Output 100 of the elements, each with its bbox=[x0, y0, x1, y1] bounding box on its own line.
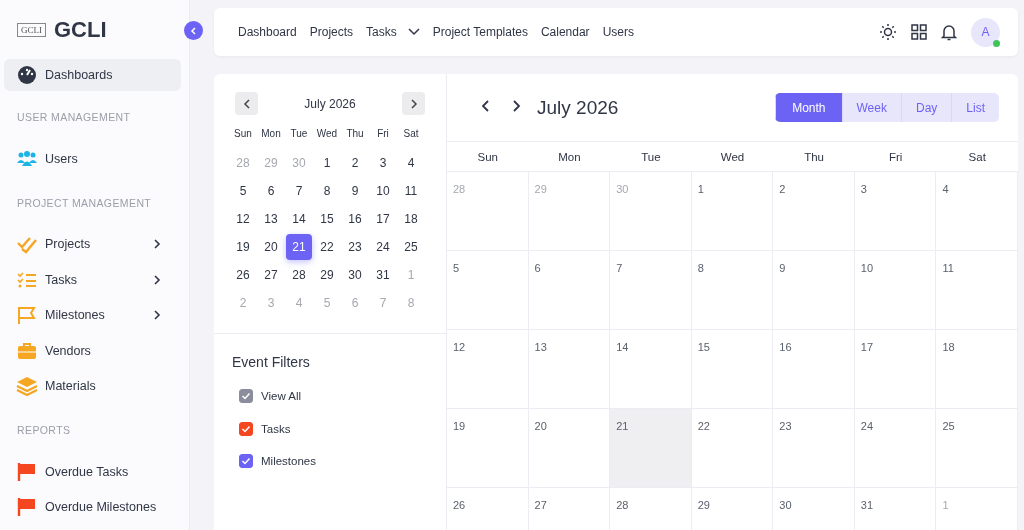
weekday-header: Wed bbox=[691, 142, 774, 172]
date-cell[interactable]: 7 bbox=[286, 178, 312, 204]
sidebar-item[interactable]: Users bbox=[4, 141, 181, 177]
date-cell[interactable]: 12 bbox=[230, 206, 256, 232]
day-number: 17 bbox=[860, 341, 874, 353]
date-cell[interactable]: 23 bbox=[342, 234, 368, 260]
date-cell[interactable]: 6 bbox=[258, 178, 284, 204]
sidebar-item[interactable]: Milestones bbox=[4, 297, 181, 333]
nav-link[interactable]: Tasks bbox=[366, 25, 420, 39]
section-heading: USER MANAGEMENT bbox=[16, 110, 132, 125]
date-cell[interactable]: 1 bbox=[314, 150, 340, 176]
next-month-button[interactable] bbox=[402, 92, 425, 115]
users-icon bbox=[16, 148, 38, 169]
day-number: 28 bbox=[616, 499, 629, 511]
previous-month-button[interactable] bbox=[235, 92, 258, 115]
day-number: 3 bbox=[860, 183, 867, 195]
day-number: 30 bbox=[616, 183, 629, 195]
day-number: 22 bbox=[697, 420, 710, 432]
day-number: 30 bbox=[779, 499, 792, 511]
sidebar-item[interactable]: Materials bbox=[4, 368, 181, 404]
date-cell[interactable]: 15 bbox=[314, 206, 340, 232]
date-cell[interactable]: 28 bbox=[286, 262, 312, 288]
day-number: 20 bbox=[534, 420, 547, 432]
flag-icon bbox=[16, 461, 38, 482]
date-cell[interactable]: 24 bbox=[370, 234, 396, 260]
chevron-left-icon bbox=[189, 26, 198, 35]
day-number: 8 bbox=[697, 262, 704, 274]
date-cell[interactable]: 27 bbox=[258, 262, 284, 288]
avatar[interactable]: A bbox=[971, 17, 1000, 47]
sidebar-item[interactable]: Projects bbox=[4, 226, 181, 262]
nav-link[interactable]: Projects bbox=[309, 25, 354, 39]
nav-link[interactable]: Dashboard bbox=[238, 25, 297, 39]
day-number: 21 bbox=[616, 420, 629, 432]
day-number: 10 bbox=[860, 262, 874, 274]
date-cell[interactable]: 20 bbox=[258, 234, 284, 260]
sidebar-item[interactable]: Vendors bbox=[4, 333, 181, 369]
sidebar-item[interactable]: Dashboards bbox=[4, 59, 181, 91]
chevron-right-icon bbox=[511, 99, 521, 113]
weekday-label: Fri bbox=[376, 126, 390, 141]
date-cell[interactable]: 3 bbox=[370, 150, 396, 176]
dashboard-icon bbox=[16, 65, 38, 85]
date-cell[interactable]: 10 bbox=[370, 178, 396, 204]
view-tab[interactable]: Day bbox=[900, 93, 952, 122]
date-cell[interactable]: 25 bbox=[398, 234, 424, 260]
day-number: 2 bbox=[779, 183, 786, 195]
date-cell[interactable]: 14 bbox=[286, 206, 312, 232]
day-number: 23 bbox=[779, 420, 792, 432]
date-cell[interactable]: 19 bbox=[230, 234, 256, 260]
day-number: 27 bbox=[534, 499, 547, 511]
view-tab[interactable]: Month bbox=[775, 93, 842, 122]
view-tab[interactable]: Week bbox=[841, 93, 901, 122]
check-icon bbox=[241, 424, 251, 433]
nav-link[interactable]: Calendar bbox=[540, 25, 590, 39]
date-cell[interactable]: 11 bbox=[398, 178, 424, 204]
date-cell[interactable]: 8 bbox=[314, 178, 340, 204]
weekday-label: Wed bbox=[315, 126, 339, 141]
date-cell[interactable]: 21 bbox=[286, 234, 312, 260]
date-cell[interactable]: 29 bbox=[314, 262, 340, 288]
flag-icon bbox=[16, 497, 38, 518]
nav-link[interactable]: Project Templates bbox=[432, 25, 528, 39]
date-cell[interactable]: 26 bbox=[230, 262, 256, 288]
section-heading: PROJECT MANAGEMENT bbox=[16, 195, 153, 211]
sidebar-item[interactable]: Overdue Milestones bbox=[4, 489, 181, 525]
weekday-header: Sun bbox=[447, 142, 529, 172]
checkbox[interactable] bbox=[239, 389, 253, 404]
view-tab[interactable]: List bbox=[951, 93, 999, 122]
collapse-button[interactable] bbox=[184, 21, 203, 40]
date-cell[interactable]: 31 bbox=[370, 262, 396, 288]
date-cell[interactable]: 2 bbox=[342, 150, 368, 176]
date-cell[interactable]: 4 bbox=[398, 150, 424, 176]
day-cell[interactable]: 21 bbox=[610, 409, 692, 488]
day-number: 24 bbox=[860, 420, 874, 432]
date-cell[interactable]: 22 bbox=[314, 234, 340, 260]
date-cell[interactable]: 18 bbox=[398, 206, 424, 232]
calendar-title: July 2026 bbox=[537, 96, 620, 119]
grid-icon[interactable] bbox=[911, 24, 927, 40]
date-cell[interactable]: 9 bbox=[342, 178, 368, 204]
weekday-label: Tue bbox=[289, 126, 309, 141]
check-icon bbox=[241, 392, 251, 401]
checkbox[interactable] bbox=[239, 421, 253, 436]
date-cell[interactable]: 17 bbox=[370, 206, 396, 232]
weekday-header: Sat bbox=[936, 142, 1018, 172]
sidebar-item[interactable]: Overdue Tasks bbox=[4, 454, 181, 490]
layers-icon bbox=[16, 376, 38, 397]
date-cell[interactable]: 16 bbox=[342, 206, 368, 232]
weekday-header: Mon bbox=[528, 142, 611, 172]
section-heading: REPORTS bbox=[16, 423, 72, 438]
bell-icon[interactable] bbox=[941, 23, 957, 41]
date-cell[interactable]: 5 bbox=[230, 178, 256, 204]
day-number: 1 bbox=[942, 499, 949, 511]
nav-link[interactable]: Users bbox=[602, 25, 634, 39]
filter-label: Tasks bbox=[261, 422, 291, 435]
sidebar-item[interactable]: Tasks bbox=[4, 262, 181, 298]
checkbox[interactable] bbox=[239, 454, 253, 469]
weekday-label: Sun bbox=[233, 126, 253, 141]
sun-icon[interactable] bbox=[879, 23, 897, 41]
date-cell[interactable]: 30 bbox=[342, 262, 368, 288]
day-number: 16 bbox=[779, 341, 792, 353]
date-cell[interactable]: 13 bbox=[258, 206, 284, 232]
day-number: 9 bbox=[779, 262, 786, 274]
